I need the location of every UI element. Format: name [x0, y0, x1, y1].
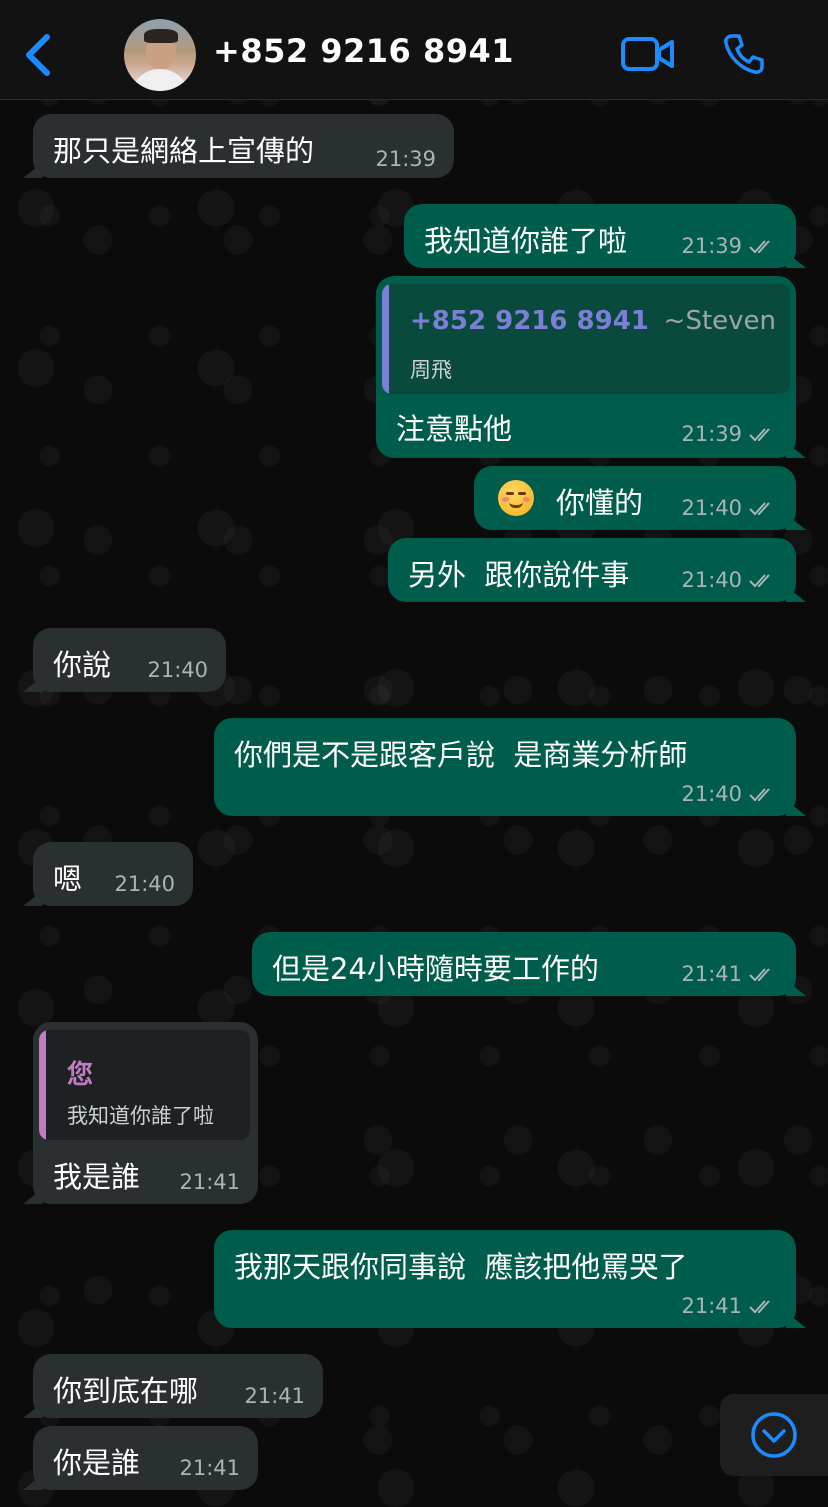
message-time: 21:40: [681, 496, 778, 520]
message-text: 你說: [53, 648, 112, 682]
message-text: 我知道你誰了啦: [424, 224, 628, 258]
quoted-message[interactable]: +852 9216 8941 ~Steven 周飛: [382, 284, 790, 394]
message-incoming-reply[interactable]: 您 我知道你誰了啦 我是誰 21:41: [33, 1022, 258, 1204]
scroll-to-bottom-button[interactable]: [720, 1394, 828, 1476]
message-time: 21:40: [681, 782, 778, 806]
quote-author: +852 9216 8941: [410, 306, 649, 336]
chevron-left-icon: [26, 34, 50, 76]
chat-screen: +852 9216 8941 那只是網絡上宣傳的 21:39 我知道你誰了啦 2…: [0, 0, 828, 1507]
message-text: 我是誰: [53, 1160, 141, 1194]
message-incoming[interactable]: 你到底在哪 21:41: [33, 1354, 323, 1418]
back-button[interactable]: [16, 30, 60, 80]
quote-author-nickname: ~Steven: [663, 306, 776, 336]
chevron-down-circle-icon: [751, 1412, 797, 1458]
message-outgoing[interactable]: 但是24小時隨時要工作的 21:41: [252, 932, 796, 996]
voice-call-button[interactable]: [714, 26, 774, 82]
chat-header: +852 9216 8941: [0, 0, 828, 100]
contact-name[interactable]: +852 9216 8941: [213, 32, 514, 70]
message-time: 21:41: [179, 1170, 240, 1194]
message-incoming[interactable]: 那只是網絡上宣傳的 21:39: [33, 114, 454, 178]
woozy-face-emoji-icon: [498, 480, 534, 516]
message-incoming[interactable]: 你說 21:40: [33, 628, 226, 692]
message-outgoing[interactable]: 另外 跟你說件事 21:40: [388, 538, 796, 602]
read-ticks-icon: [749, 574, 770, 588]
message-outgoing[interactable]: 我那天跟你同事說 應該把他罵哭了 21:41: [214, 1230, 796, 1328]
read-ticks-icon: [749, 968, 770, 982]
quote-text: 周飛: [410, 358, 452, 382]
read-ticks-icon: [749, 502, 770, 516]
message-outgoing[interactable]: 你們是不是跟客戶說 是商業分析師 21:40: [214, 718, 796, 816]
message-text: 嗯: [53, 862, 83, 896]
message-text: 我那天跟你同事說 應該把他罵哭了: [234, 1250, 688, 1284]
message-time: 21:39: [375, 147, 436, 171]
message-time: 21:41: [179, 1456, 240, 1480]
read-ticks-icon: [749, 240, 770, 254]
phone-icon: [724, 34, 764, 74]
message-text: 但是24小時隨時要工作的: [272, 952, 599, 986]
message-text: 你到底在哪: [53, 1374, 199, 1408]
message-time: 21:40: [147, 658, 208, 682]
video-camera-icon: [621, 37, 674, 71]
message-incoming[interactable]: 嗯 21:40: [33, 842, 193, 906]
message-text: 你是誰: [53, 1446, 141, 1480]
quoted-message[interactable]: 您 我知道你誰了啦: [39, 1030, 250, 1140]
message-text: 你懂的: [556, 486, 644, 520]
message-text: 另外 跟你說件事: [408, 558, 630, 592]
message-time: 21:41: [681, 962, 778, 986]
read-ticks-icon: [749, 1300, 770, 1314]
message-outgoing-reply[interactable]: +852 9216 8941 ~Steven 周飛 注意點他 21:39: [376, 276, 796, 458]
quote-text: 我知道你誰了啦: [67, 1104, 214, 1128]
message-text: 你們是不是跟客戶說 是商業分析師: [234, 738, 688, 772]
message-text: 那只是網絡上宣傳的: [53, 134, 315, 168]
message-time: 21:41: [244, 1384, 305, 1408]
message-time: 21:39: [681, 234, 778, 258]
message-incoming[interactable]: 你是誰 21:41: [33, 1426, 258, 1490]
message-text: 注意點他: [396, 412, 513, 446]
message-outgoing[interactable]: 我知道你誰了啦 21:39: [404, 204, 796, 268]
contact-avatar[interactable]: [124, 19, 196, 91]
read-ticks-icon: [749, 788, 770, 802]
read-ticks-icon: [749, 428, 770, 442]
message-time: 21:41: [681, 1294, 778, 1318]
video-call-button[interactable]: [618, 26, 678, 82]
message-time: 21:39: [681, 422, 778, 446]
message-outgoing[interactable]: 你懂的 21:40: [474, 466, 796, 530]
quote-author: 您: [67, 1060, 94, 1090]
message-time: 21:40: [681, 568, 778, 592]
message-time: 21:40: [114, 872, 175, 896]
